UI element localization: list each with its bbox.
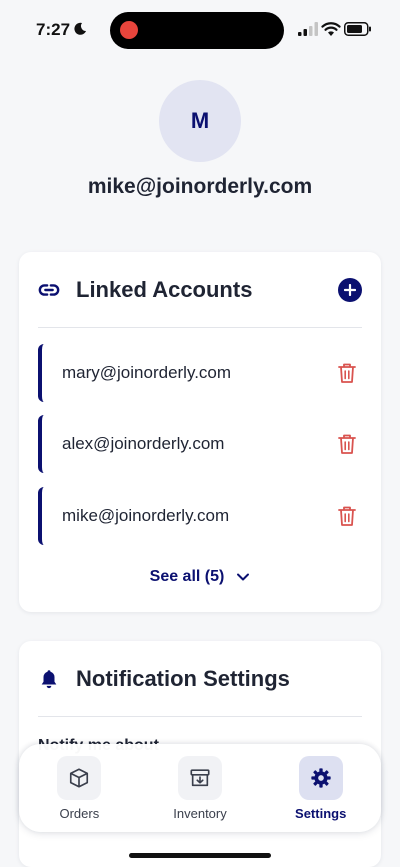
box-icon <box>70 768 89 788</box>
divider <box>38 327 362 328</box>
tab-inventory[interactable]: Inventory <box>140 744 261 832</box>
dynamic-island <box>110 12 284 49</box>
avatar: M <box>159 80 241 162</box>
recording-indicator-icon <box>120 21 138 39</box>
battery-icon <box>344 22 371 36</box>
tab-icon-container <box>178 756 222 800</box>
trash-icon[interactable] <box>337 433 357 455</box>
tab-label: Orders <box>59 806 100 821</box>
status-time: 7:27 <box>36 20 71 39</box>
divider <box>38 716 362 717</box>
gear-icon <box>311 768 331 788</box>
wifi-icon <box>321 22 341 36</box>
home-indicator[interactable] <box>129 853 271 858</box>
add-account-button[interactable] <box>338 278 362 302</box>
link-icon <box>38 284 60 296</box>
tab-icon-container <box>57 756 102 800</box>
trash-icon[interactable] <box>337 505 357 527</box>
bell-icon <box>41 670 57 689</box>
linked-account-email: mary@joinorderly.com <box>62 363 232 382</box>
see-all-label: See all (5) <box>149 568 225 585</box>
tab-bar: Orders Inventory Settings <box>19 744 381 832</box>
chevron-down-icon <box>237 573 250 581</box>
cellular-signal-icon <box>298 22 318 36</box>
linked-account-email: mike@joinorderly.com <box>62 506 230 525</box>
tab-settings[interactable]: Settings <box>260 744 381 832</box>
trash-icon[interactable] <box>337 362 357 384</box>
linked-account-row[interactable]: mike@joinorderly.com <box>38 487 363 545</box>
plus-icon <box>344 284 356 296</box>
linked-account-row[interactable]: alex@joinorderly.com <box>38 415 363 473</box>
moon-icon <box>74 22 86 35</box>
linked-account-email: alex@joinorderly.com <box>62 434 225 453</box>
see-all-button[interactable]: See all (5) <box>19 568 381 586</box>
linked-accounts-header: Linked Accounts <box>38 252 362 328</box>
linked-accounts-card: Linked Accounts mary@joinorderly.com ale… <box>19 252 381 612</box>
profile-email: mike@joinorderly.com <box>87 175 313 198</box>
notification-settings-header: Notification Settings <box>38 641 362 717</box>
notification-settings-title: Notification Settings <box>76 666 290 691</box>
linked-accounts-title: Linked Accounts <box>76 277 253 302</box>
archive-icon <box>190 769 210 787</box>
tab-orders[interactable]: Orders <box>19 744 140 832</box>
linked-account-row[interactable]: mary@joinorderly.com <box>38 344 363 402</box>
tab-icon-container <box>298 756 343 800</box>
tab-label: Inventory <box>173 806 227 821</box>
status-bar: 7:27 <box>0 0 400 60</box>
tab-label: Settings <box>295 806 347 821</box>
